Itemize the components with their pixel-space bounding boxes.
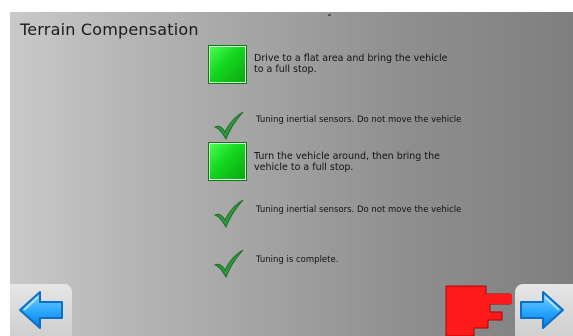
step-5-line-1: Tuning is complete. [256, 255, 339, 265]
step-5-checkmark-icon [213, 249, 244, 279]
terrain-compensation-screen: Terrain Compensation Drive to a flat are… [10, 12, 573, 336]
back-button[interactable] [10, 284, 72, 336]
step-5: Tuning is complete. [10, 12, 573, 292]
next-button[interactable] [515, 284, 573, 336]
arrow-left-icon [19, 291, 63, 329]
arrow-right-icon [520, 291, 564, 329]
step-5-text: Tuning is complete. [256, 255, 338, 266]
